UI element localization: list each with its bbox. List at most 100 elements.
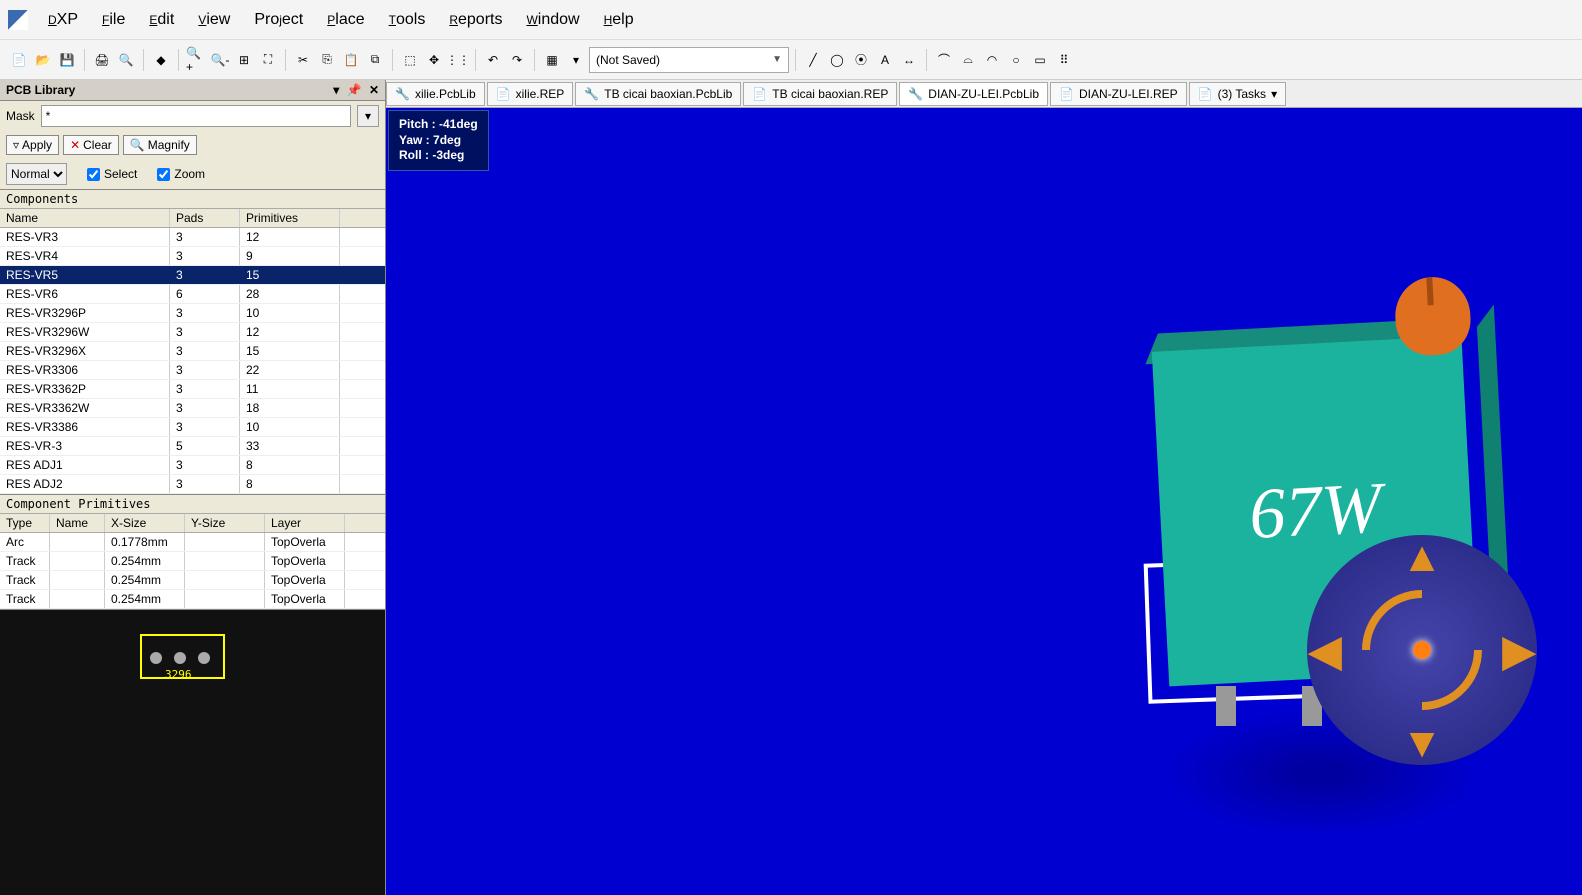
col-xsize[interactable]: X-Size: [105, 514, 185, 532]
cell-pads: 6: [170, 285, 240, 303]
gizmo-left-arrow-icon[interactable]: ◀: [1309, 626, 1341, 675]
menu-dxp[interactable]: DXP: [48, 11, 78, 29]
3d-viewport[interactable]: Pitch : -41deg Yaw : 7deg Roll : -3deg 6…: [386, 108, 1582, 895]
array-icon[interactable]: ⠿: [1053, 49, 1075, 71]
menu-project[interactable]: Project: [254, 11, 303, 29]
grid-dropdown-icon[interactable]: ▾: [565, 49, 587, 71]
table-row[interactable]: RES-VR3296P310: [0, 304, 385, 323]
menu-tools[interactable]: Tools: [389, 11, 426, 29]
col-pname[interactable]: Name: [50, 514, 105, 532]
gizmo-right-arrow-icon[interactable]: ▶: [1503, 626, 1535, 675]
redo-icon[interactable]: ↷: [506, 49, 528, 71]
arc1-icon[interactable]: ⌒: [933, 49, 955, 71]
layers-icon[interactable]: ◆: [150, 49, 172, 71]
document-tab[interactable]: 📄(3) Tasks ▾: [1189, 82, 1286, 106]
paste-icon[interactable]: 📋: [340, 49, 362, 71]
table-row[interactable]: RES-VR3306322: [0, 361, 385, 380]
col-type[interactable]: Type: [0, 514, 50, 532]
duplicate-icon[interactable]: ⧉: [364, 49, 386, 71]
magnify-button[interactable]: 🔍Magnify: [123, 135, 197, 155]
separator: [285, 49, 286, 71]
zoom-fit-icon[interactable]: ⊞: [233, 49, 255, 71]
zoom-out-icon[interactable]: 🔍-: [209, 49, 231, 71]
undo-icon[interactable]: ↶: [482, 49, 504, 71]
table-row[interactable]: RES-VR3296W312: [0, 323, 385, 342]
gizmo-down-arrow-icon[interactable]: ▼: [1401, 719, 1443, 767]
table-row[interactable]: RES-VR5315: [0, 266, 385, 285]
arc3-icon[interactable]: ◠: [981, 49, 1003, 71]
text-tool-icon[interactable]: A: [874, 49, 896, 71]
table-row[interactable]: RES-VR3386310: [0, 418, 385, 437]
grid-icon[interactable]: ▦: [541, 49, 563, 71]
move-icon[interactable]: ✥: [423, 49, 445, 71]
table-row[interactable]: Track0.254mmTopOverla: [0, 590, 385, 609]
dimension-tool-icon[interactable]: ↔: [898, 49, 920, 71]
document-tab[interactable]: 📄TB cicai baoxian.REP: [743, 82, 897, 106]
cut-icon[interactable]: ✂: [292, 49, 314, 71]
document-tab[interactable]: 🔧DIAN-ZU-LEI.PcbLib: [899, 82, 1048, 106]
clear-button[interactable]: ✕Clear: [63, 135, 119, 155]
copy-icon[interactable]: ⎘: [316, 49, 338, 71]
model-marking: 67W: [1247, 466, 1383, 556]
menu-window[interactable]: Window: [526, 11, 579, 29]
zoom-in-icon[interactable]: 🔍+: [185, 49, 207, 71]
table-row[interactable]: RES-VR3362P311: [0, 380, 385, 399]
save-icon[interactable]: 💾: [56, 49, 78, 71]
arc2-icon[interactable]: ⌓: [957, 49, 979, 71]
mask-input[interactable]: [41, 105, 351, 127]
document-tab[interactable]: 📄DIAN-ZU-LEI.REP: [1050, 82, 1187, 106]
print-icon[interactable]: 🖨: [91, 49, 113, 71]
panel-pin-icon[interactable]: 📌: [347, 83, 362, 97]
menu-place[interactable]: Place: [327, 11, 364, 29]
navigation-gizmo[interactable]: ▲ ▼ ◀ ▶: [1307, 535, 1537, 765]
table-row[interactable]: RES-VR3312: [0, 228, 385, 247]
cell-pads: 3: [170, 456, 240, 474]
pad-tool-icon[interactable]: ◯: [826, 49, 848, 71]
mask-dropdown-icon[interactable]: ▾: [357, 105, 379, 127]
footprint-preview[interactable]: 3296: [0, 609, 385, 895]
document-tab[interactable]: 🔧xilie.PcbLib: [386, 82, 485, 106]
select-icon[interactable]: ⬚: [399, 49, 421, 71]
cell-prim: 12: [240, 323, 340, 341]
snap-icon[interactable]: ⋮⋮: [447, 49, 469, 71]
line-tool-icon[interactable]: ╱: [802, 49, 824, 71]
table-row[interactable]: Arc0.1778mmTopOverla: [0, 533, 385, 552]
table-row[interactable]: RES-VR3362W318: [0, 399, 385, 418]
menu-edit[interactable]: Edit: [149, 11, 174, 29]
document-tab[interactable]: 🔧TB cicai baoxian.PcbLib: [575, 82, 741, 106]
select-checkbox[interactable]: Select: [87, 167, 137, 181]
col-primitives[interactable]: Primitives: [240, 209, 340, 227]
panel-menu-icon[interactable]: ▾: [333, 83, 339, 97]
table-row[interactable]: RES-VR3296X315: [0, 342, 385, 361]
cell-name: RES-VR4: [0, 247, 170, 265]
table-row[interactable]: RES-VR6628: [0, 285, 385, 304]
table-row[interactable]: RES ADJ138: [0, 456, 385, 475]
mode-select[interactable]: Normal: [6, 163, 67, 185]
menu-reports[interactable]: Reports: [449, 11, 502, 29]
table-row[interactable]: RES-VR-3533: [0, 437, 385, 456]
menu-view[interactable]: View: [198, 11, 230, 29]
table-row[interactable]: Track0.254mmTopOverla: [0, 571, 385, 590]
saved-state-combo[interactable]: (Not Saved) ▼: [589, 47, 789, 73]
table-row[interactable]: Track0.254mmTopOverla: [0, 552, 385, 571]
rect-icon[interactable]: ▭: [1029, 49, 1051, 71]
circle-icon[interactable]: ○: [1005, 49, 1027, 71]
document-tab[interactable]: 📄xilie.REP: [487, 82, 574, 106]
preview-icon[interactable]: 🔍: [115, 49, 137, 71]
new-file-icon[interactable]: 📄: [8, 49, 30, 71]
col-pads[interactable]: Pads: [170, 209, 240, 227]
col-name[interactable]: Name: [0, 209, 170, 227]
zoom-select-icon[interactable]: ⛶: [257, 49, 279, 71]
table-row[interactable]: RES ADJ238: [0, 475, 385, 494]
panel-close-icon[interactable]: ✕: [369, 83, 379, 97]
via-tool-icon[interactable]: ⦿: [850, 49, 872, 71]
menu-file[interactable]: File: [102, 11, 125, 29]
zoom-checkbox[interactable]: Zoom: [157, 167, 205, 181]
menu-help[interactable]: Help: [604, 11, 634, 29]
open-file-icon[interactable]: 📂: [32, 49, 54, 71]
col-ysize[interactable]: Y-Size: [185, 514, 265, 532]
col-layer[interactable]: Layer: [265, 514, 345, 532]
gizmo-up-arrow-icon[interactable]: ▲: [1401, 533, 1443, 581]
table-row[interactable]: RES-VR439: [0, 247, 385, 266]
apply-button[interactable]: ▿Apply: [6, 135, 59, 155]
